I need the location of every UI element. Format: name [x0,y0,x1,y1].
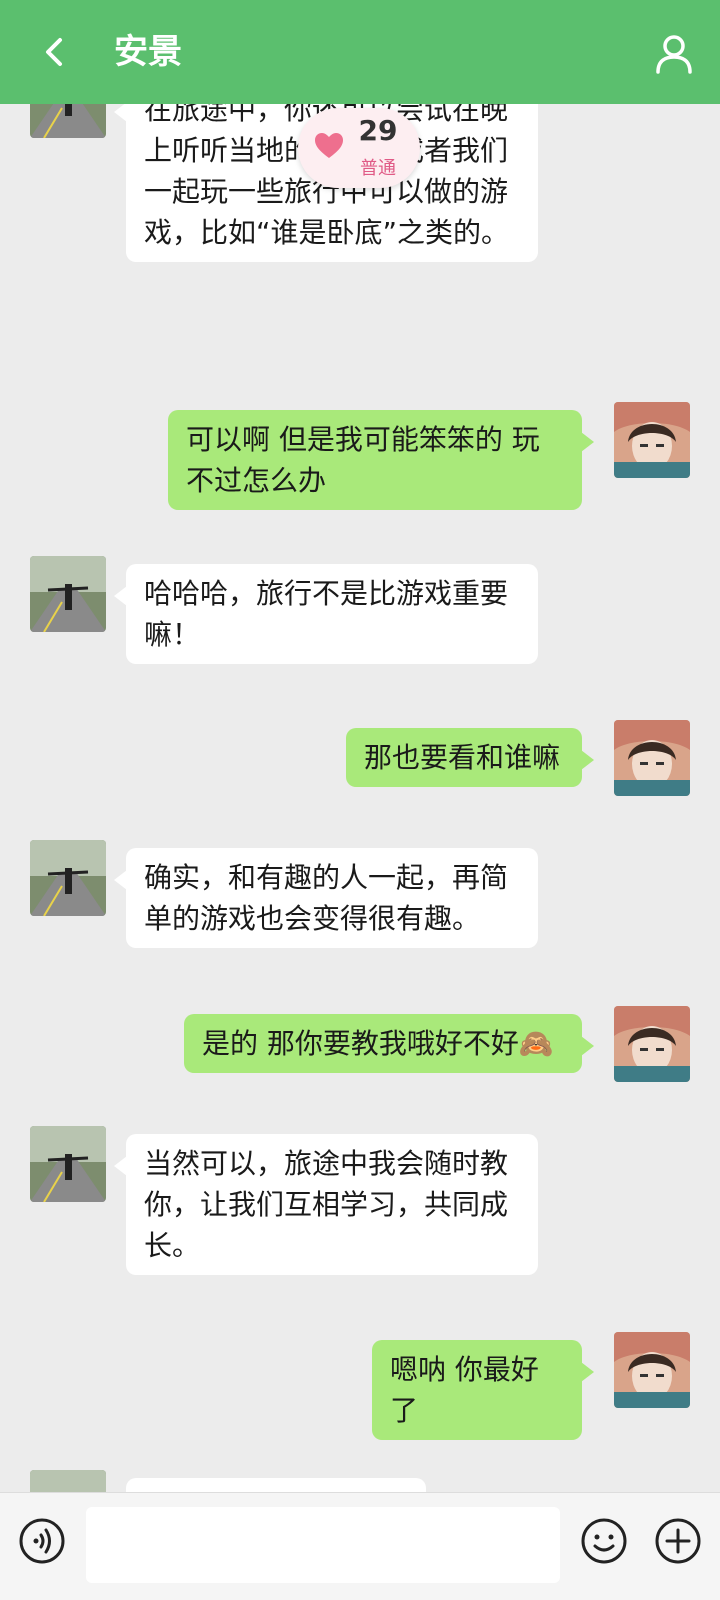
chevron-left-icon[interactable] [30,28,78,76]
contact-avatar[interactable] [30,556,106,632]
self-avatar[interactable] [614,1332,690,1408]
intimacy-badge[interactable]: 29 普通 [298,108,420,188]
message-bubble[interactable]: 可以啊 但是我可能笨笨的 玩不过怎么办 [168,410,594,510]
message-list[interactable]: 在旅途中，你还可以尝试在晚上听听当地的民谣，或者我们一起玩一些旅行中可以做的游戏… [0,104,720,1492]
chat-header: 安景 [0,0,720,104]
intimacy-level: 普通 [360,158,396,179]
emoji-icon[interactable] [580,1517,628,1565]
message-bubble[interactable]: 哈哈哈，旅行不是比游戏重要嘛！ [114,564,538,664]
message-bubble[interactable]: 那也要看和谁嘛 [346,728,594,787]
contact-avatar[interactable] [30,1470,106,1492]
self-avatar[interactable] [614,720,690,796]
message-input[interactable] [86,1507,560,1583]
self-avatar[interactable] [614,402,690,478]
input-bar [0,1492,720,1600]
message-bubble[interactable]: 确实，和有趣的人一起，再简单的游戏也会变得很有趣。 [114,848,538,948]
message-bubble[interactable]: 嗯呐 你最好了 [372,1340,594,1440]
person-icon[interactable] [650,30,698,78]
voice-icon[interactable] [18,1517,66,1565]
self-avatar[interactable] [614,1006,690,1082]
contact-avatar[interactable] [30,104,106,138]
heart-icon [315,133,343,158]
chat-title: 安景 [114,32,182,72]
contact-avatar[interactable] [30,840,106,916]
message-bubble-partial[interactable] [126,1478,426,1492]
plus-icon[interactable] [654,1517,702,1565]
intimacy-value: 29 [358,114,398,147]
message-bubble[interactable]: 是的 那你要教我哦好不好🙈 [184,1014,594,1073]
contact-avatar[interactable] [30,1126,106,1202]
message-bubble[interactable]: 当然可以，旅途中我会随时教你，让我们互相学习，共同成长。 [114,1134,538,1275]
